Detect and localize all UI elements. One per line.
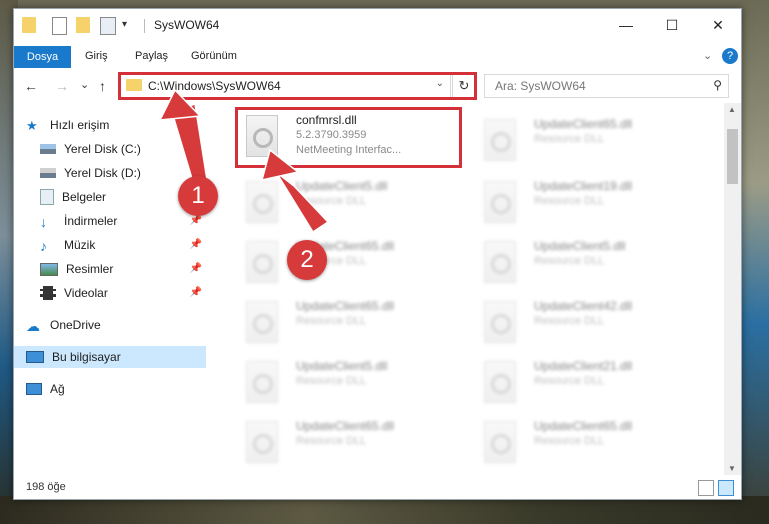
step-badge-1: 1 [178,176,218,216]
annotation-arrows [158,88,330,234]
arrow-2-head [260,148,300,182]
arrow-2-shaft [275,171,330,234]
step-badge-2: 2 [287,240,327,280]
